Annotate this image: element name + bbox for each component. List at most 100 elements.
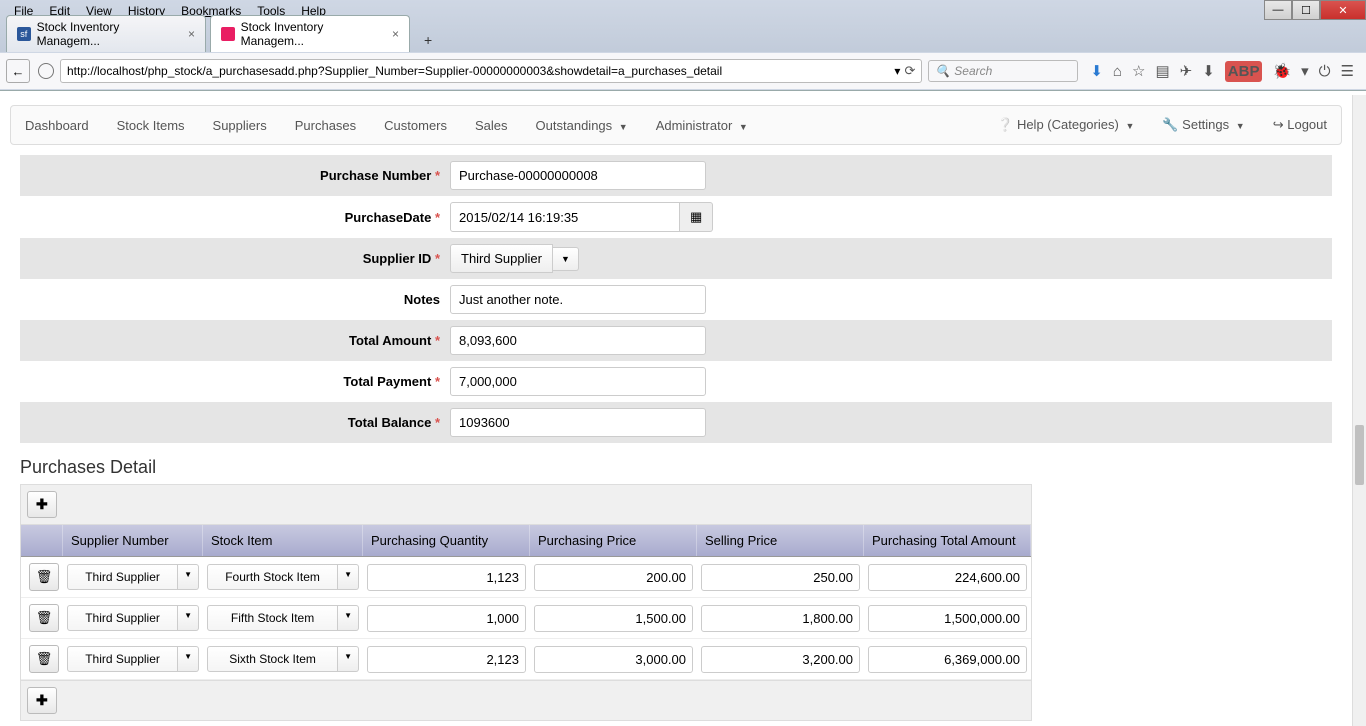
nav-customers[interactable]: Customers <box>370 107 461 144</box>
row-stock-select[interactable]: Sixth Stock Item▼ <box>207 646 359 672</box>
search-bar[interactable]: 🔍 Search <box>928 60 1078 82</box>
label-purchase-date: PurchaseDate * <box>20 210 450 225</box>
back-button[interactable]: ← <box>6 59 30 83</box>
send-icon[interactable]: ✈ <box>1180 62 1193 80</box>
header-total: Purchasing Total Amount <box>864 525 1031 556</box>
minimize-button[interactable]: — <box>1264 0 1292 20</box>
page-viewport: Dashboard Stock Items Suppliers Purchase… <box>0 95 1352 726</box>
help-icon: ❔ <box>997 117 1013 132</box>
abp-icon[interactable]: ABP <box>1225 61 1263 82</box>
row-total-input[interactable] <box>868 605 1027 632</box>
window-controls: — ☐ ✕ <box>1264 0 1366 20</box>
scrollbar-thumb[interactable] <box>1355 425 1364 485</box>
row-price-input[interactable] <box>534 564 693 591</box>
detail-header: Supplier Number Stock Item Purchasing Qu… <box>21 525 1031 557</box>
row-price-input[interactable] <box>534 605 693 632</box>
input-purchase-date[interactable] <box>450 202 680 232</box>
caret-icon: ▼ <box>619 122 628 132</box>
url-text: http://localhost/php_stock/a_purchasesad… <box>67 64 722 78</box>
nav-purchases[interactable]: Purchases <box>281 107 370 144</box>
bug-icon[interactable]: 🐞 <box>1272 62 1291 80</box>
chevron-down-icon: ▼ <box>178 605 199 631</box>
row-price-input[interactable] <box>534 646 693 673</box>
label-supplier-id: Supplier ID * <box>20 251 450 266</box>
caret-icon: ▼ <box>1236 121 1245 131</box>
row-stock-select[interactable]: Fourth Stock Item▼ <box>207 564 359 590</box>
form-actions: Add Cancel <box>0 721 1352 726</box>
add-row-button-bottom[interactable]: ✚ <box>27 687 57 714</box>
search-icon: 🔍 <box>935 64 950 78</box>
add-row-button-top[interactable]: ✚ <box>27 491 57 518</box>
search-placeholder: Search <box>954 64 992 78</box>
chevron-down-icon: ▼ <box>178 564 199 590</box>
tab-2[interactable]: Stock Inventory Managem... × <box>210 15 410 52</box>
more-icon[interactable]: ▾ <box>1301 62 1309 80</box>
address-row: ← http://localhost/php_stock/a_purchases… <box>0 52 1366 90</box>
delete-row-button[interactable]: 🗑 <box>29 645 59 673</box>
tab-1-close-icon[interactable]: × <box>188 27 195 41</box>
logout-icon: ↪ <box>1273 117 1284 132</box>
caret-icon: ▼ <box>739 122 748 132</box>
label-notes: Notes <box>20 292 450 307</box>
nav-outstandings[interactable]: Outstandings ▼ <box>522 107 642 144</box>
row-supplier-select[interactable]: Third Supplier▼ <box>67 564 199 590</box>
wrench-icon: 🔧 <box>1162 117 1178 132</box>
select-supplier[interactable]: Third Supplier ▼ <box>450 244 579 273</box>
close-button[interactable]: ✕ <box>1320 0 1366 20</box>
new-tab-button[interactable]: + <box>414 28 442 52</box>
detail-row: 🗑 Third Supplier▼ Fourth Stock Item▼ <box>21 557 1031 598</box>
favicon-sf-icon: sf <box>17 27 31 41</box>
row-qty-input[interactable] <box>367 605 526 632</box>
label-total-payment: Total Payment * <box>20 374 450 389</box>
row-supplier-select[interactable]: Third Supplier▼ <box>67 646 199 672</box>
row-qty-input[interactable] <box>367 646 526 673</box>
row-total-input[interactable] <box>868 564 1027 591</box>
nav-dashboard[interactable]: Dashboard <box>11 107 103 144</box>
row-total-input[interactable] <box>868 646 1027 673</box>
header-sell: Selling Price <box>697 525 864 556</box>
nav-sales[interactable]: Sales <box>461 107 522 144</box>
scrollbar[interactable] <box>1352 95 1366 726</box>
nav-stock-items[interactable]: Stock Items <box>103 107 199 144</box>
tab-1[interactable]: sf Stock Inventory Managem... × <box>6 15 206 52</box>
row-supplier-select[interactable]: Third Supplier▼ <box>67 605 199 631</box>
tab-2-close-icon[interactable]: × <box>392 27 399 41</box>
row-sell-input[interactable] <box>701 564 860 591</box>
input-purchase-number[interactable] <box>450 161 706 190</box>
dropdown-caret-icon[interactable]: ▾ <box>894 64 900 78</box>
library-icon[interactable]: ▤ <box>1155 62 1169 80</box>
tab-2-title: Stock Inventory Managem... <box>241 20 386 48</box>
save-icon[interactable]: ⬇ <box>1202 62 1215 80</box>
menu-icon[interactable]: ☰ <box>1341 62 1354 80</box>
delete-row-button[interactable]: 🗑 <box>29 604 59 632</box>
row-qty-input[interactable] <box>367 564 526 591</box>
nav-administrator[interactable]: Administrator ▼ <box>642 107 762 144</box>
url-bar[interactable]: http://localhost/php_stock/a_purchasesad… <box>60 59 922 83</box>
input-total-payment[interactable] <box>450 367 706 396</box>
maximize-button[interactable]: ☐ <box>1292 0 1320 20</box>
row-sell-input[interactable] <box>701 646 860 673</box>
delete-row-button[interactable]: 🗑 <box>29 563 59 591</box>
app-nav: Dashboard Stock Items Suppliers Purchase… <box>10 105 1342 145</box>
input-notes[interactable] <box>450 285 706 314</box>
calendar-icon[interactable]: ▦ <box>680 202 713 232</box>
reload-icon[interactable]: ⟳ <box>904 63 915 79</box>
input-total-balance[interactable] <box>450 408 706 437</box>
nav-logout[interactable]: ↪ Logout <box>1259 106 1341 144</box>
nav-settings[interactable]: 🔧 Settings ▼ <box>1148 106 1258 144</box>
home-icon[interactable]: ⌂ <box>1113 63 1122 80</box>
detail-row: 🗑 Third Supplier▼ Fifth Stock Item▼ <box>21 598 1031 639</box>
purchases-detail: ✚ Supplier Number Stock Item Purchasing … <box>20 484 1032 721</box>
header-price: Purchasing Price <box>530 525 697 556</box>
nav-help[interactable]: ❔ Help (Categories) ▼ <box>983 106 1148 144</box>
row-stock-select[interactable]: Fifth Stock Item▼ <box>207 605 359 631</box>
download-icon[interactable]: ⬇ <box>1090 62 1103 80</box>
label-total-balance: Total Balance * <box>20 415 450 430</box>
toolbar-icons: ⬇ ⌂ ☆ ▤ ✈ ⬇ ABP 🐞 ▾ ⏻ ☰ <box>1084 61 1360 82</box>
row-sell-input[interactable] <box>701 605 860 632</box>
input-total-amount[interactable] <box>450 326 706 355</box>
nav-suppliers[interactable]: Suppliers <box>199 107 281 144</box>
star-icon[interactable]: ☆ <box>1132 62 1145 80</box>
power-icon[interactable]: ⏻ <box>1319 63 1331 80</box>
globe-icon <box>38 63 54 79</box>
